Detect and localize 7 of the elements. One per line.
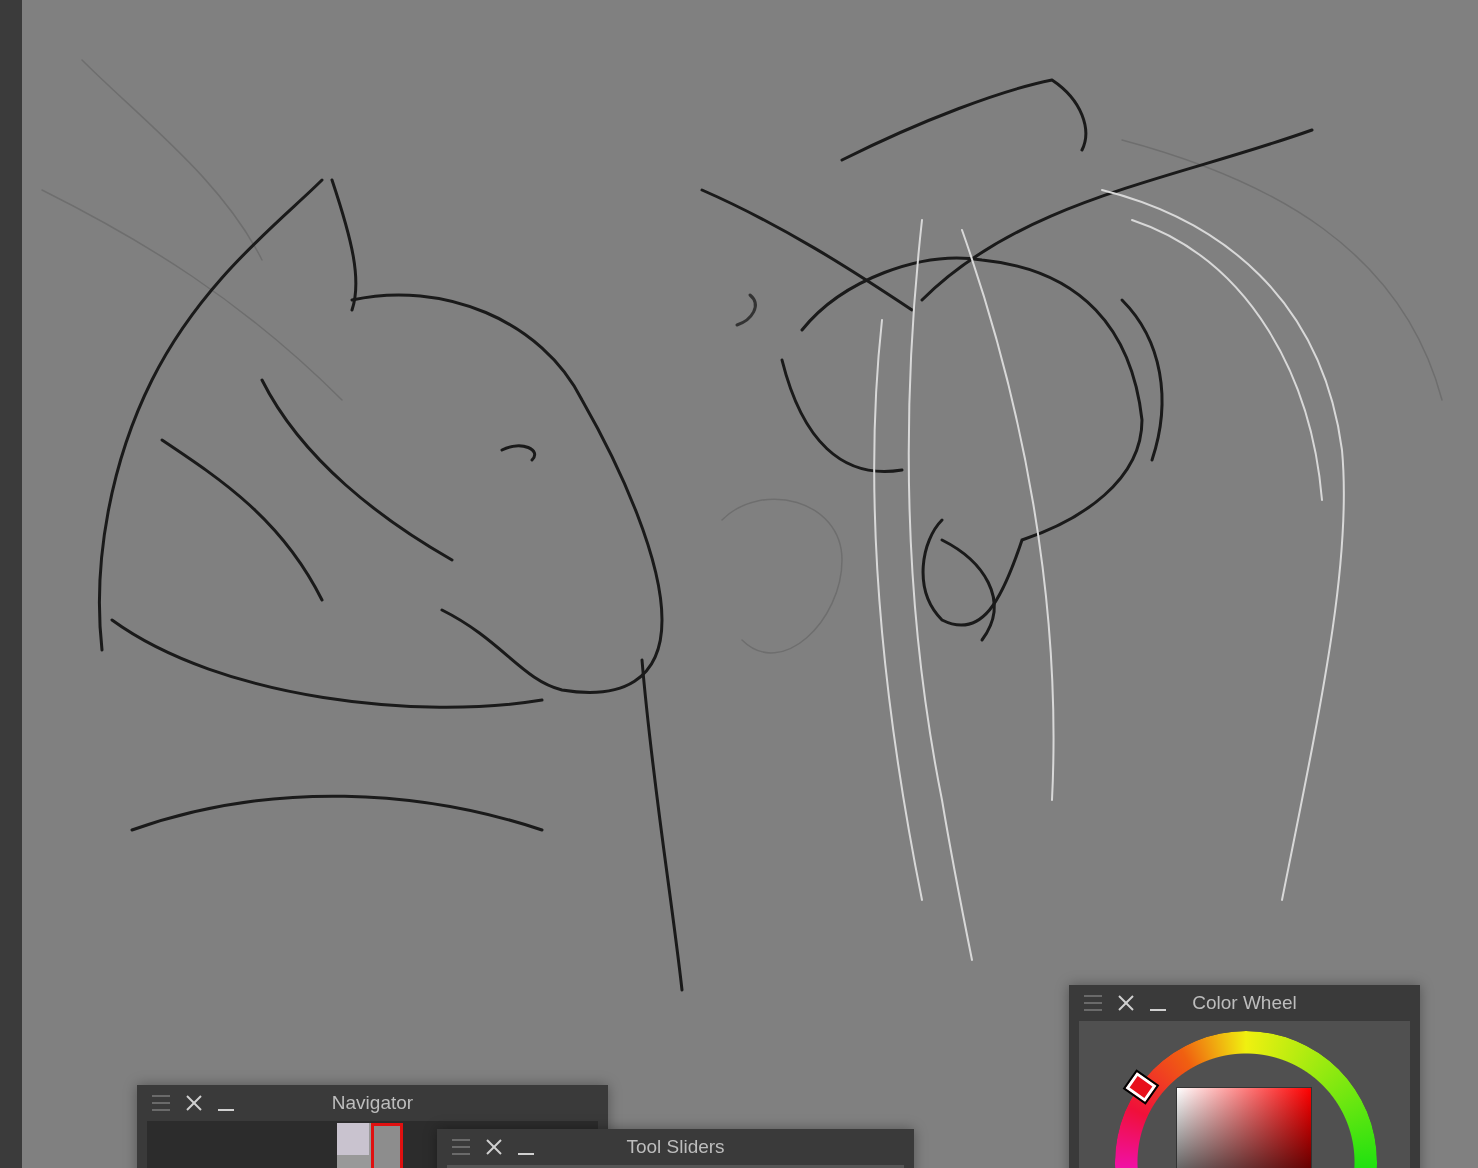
close-icon[interactable]: [485, 1138, 503, 1156]
panel-title: Tool Sliders: [626, 1135, 725, 1157]
close-icon[interactable]: [185, 1094, 203, 1112]
panel-title: Navigator: [331, 1091, 414, 1113]
navigator-thumbnail[interactable]: [337, 1123, 403, 1168]
panel-title: Color Wheel: [1192, 991, 1297, 1013]
close-icon[interactable]: [1117, 994, 1135, 1012]
